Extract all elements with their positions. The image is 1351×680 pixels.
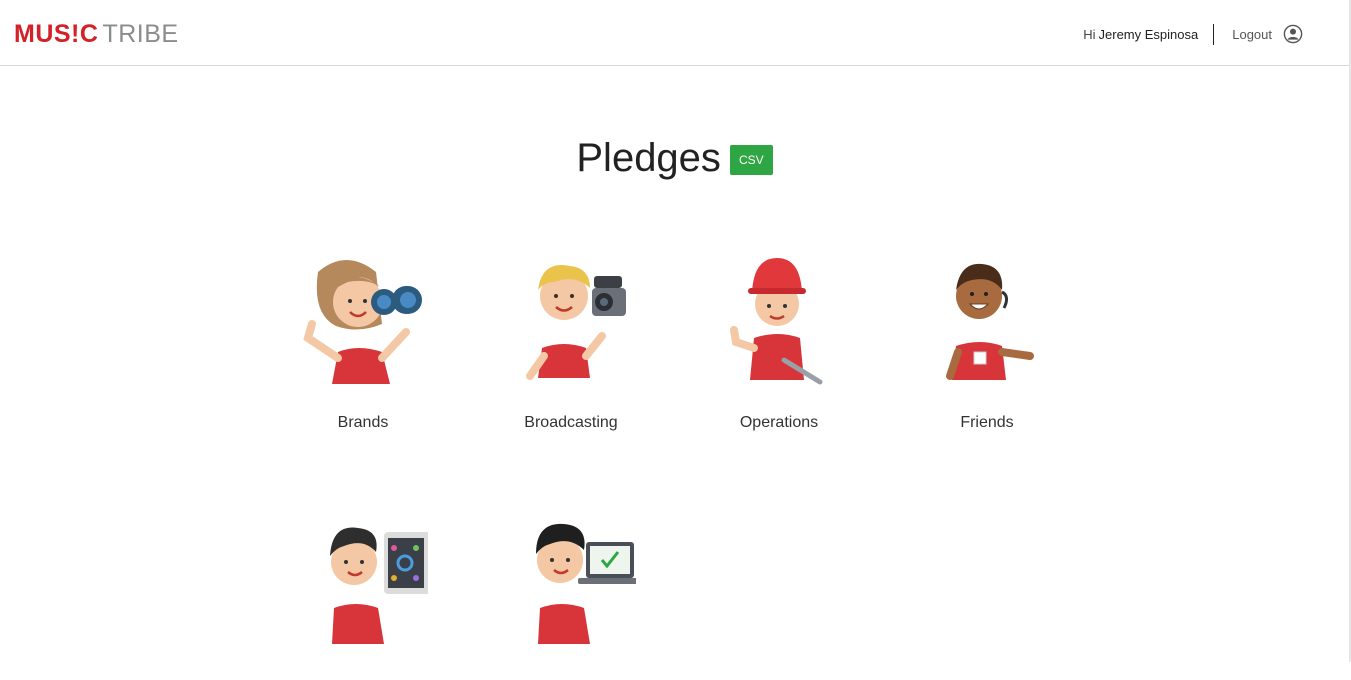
top-header: MUS!C TRIBE Hi Jeremy Espinosa Logout	[0, 0, 1349, 66]
hardhat-wrench-worker-icon	[730, 258, 823, 385]
user-circle-icon[interactable]	[1283, 24, 1303, 44]
headset-support-man-icon	[946, 263, 1034, 380]
logout-link[interactable]: Logout	[1232, 27, 1272, 42]
header-divider	[1213, 23, 1215, 45]
greeting-prefix: Hi	[1083, 26, 1096, 42]
title-row: Pledges CSV	[0, 134, 1349, 182]
category-label: Broadcasting	[524, 414, 618, 431]
logo-tribe-text: TRIBE	[102, 20, 179, 48]
logo-music-text: MUS!C	[14, 20, 99, 48]
csv-export-button[interactable]: CSV	[729, 145, 773, 175]
category-label: Brands	[337, 414, 389, 431]
category-card-friends[interactable]: Friends	[897, 252, 1077, 432]
laptop-checklist-man-icon	[536, 523, 636, 644]
user-name: Jeremy Espinosa	[1098, 26, 1199, 42]
video-camera-man-icon	[526, 265, 626, 380]
music-tribe-logo[interactable]: MUS!C TRIBE	[14, 20, 179, 48]
category-card-brands[interactable]: Brands	[273, 252, 453, 432]
category-label: Operations	[739, 414, 819, 431]
tablet-designer-icon	[330, 527, 428, 644]
category-card-5[interactable]	[273, 518, 453, 680]
page-title: Pledges	[576, 136, 721, 180]
category-card-broadcasting[interactable]: Broadcasting	[481, 252, 661, 432]
category-label: Friends	[960, 414, 1014, 431]
category-card-6[interactable]	[481, 518, 661, 680]
binoculars-woman-icon	[303, 260, 422, 384]
user-area: Hi Jeremy Espinosa Logout	[1083, 22, 1303, 46]
category-card-operations[interactable]: Operations	[689, 252, 869, 432]
